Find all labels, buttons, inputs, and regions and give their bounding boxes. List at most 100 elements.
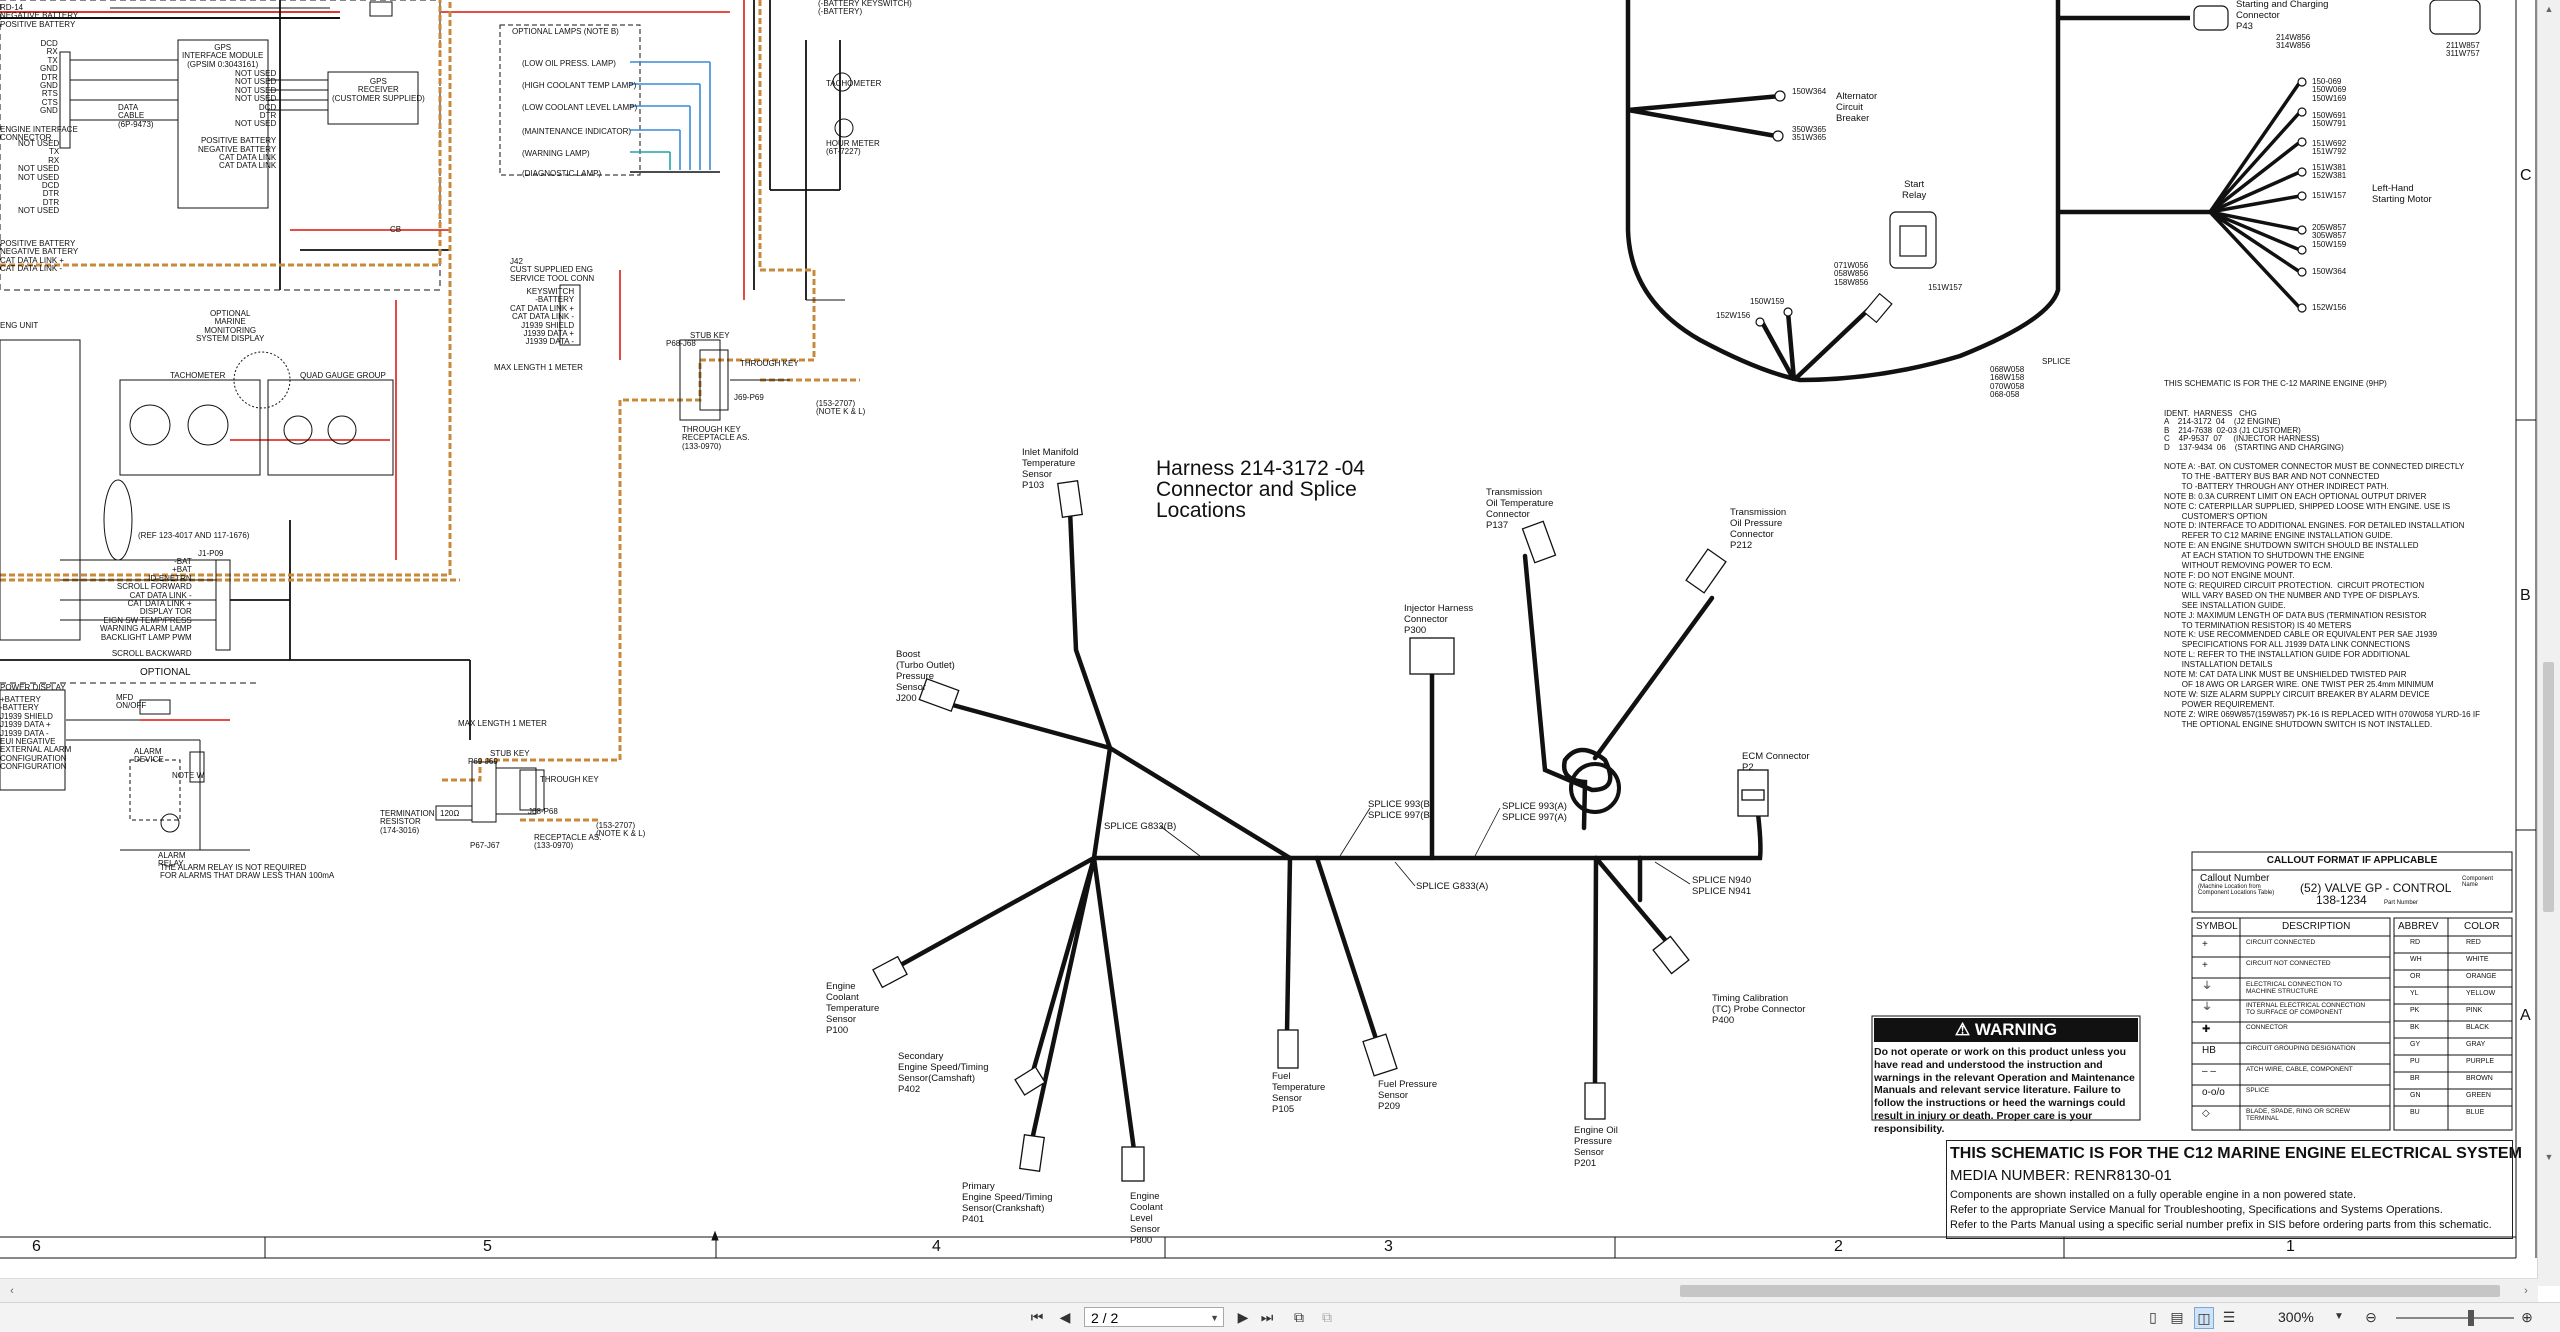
starter-label: Left-Hand Starting Motor xyxy=(2372,183,2432,205)
viewer-toolbar: ⏮ ◀ 2 / 2 ▼ ▶ ⏭ ⧉ ⧉ ▯ ▤ ◫ ☰ 300% ▼ ⊖ ⊕ xyxy=(0,1302,2560,1332)
zone-row-b: B xyxy=(2520,587,2531,604)
horizontal-scrollbar[interactable]: ‹ › xyxy=(0,1278,2538,1303)
page-dropdown-icon[interactable]: ▼ xyxy=(1210,1308,1219,1328)
connector-p402: Secondary Engine Speed/Timing Sensor(Cam… xyxy=(898,1051,989,1095)
connector-p201: Engine Oil Pressure Sensor P201 xyxy=(1574,1125,1618,1169)
mfd-label: MFD ON/OFF xyxy=(116,693,147,711)
legend-description-header: DESCRIPTION xyxy=(2282,921,2351,932)
starter-wire-4: 151W381 152W381 xyxy=(2312,163,2347,181)
starter-fanout xyxy=(2208,81,2302,310)
color-name: BROWN xyxy=(2466,1075,2493,1082)
color-abbrev: YL xyxy=(2410,990,2419,997)
starter-wire-3: 151W692 151W792 xyxy=(2312,139,2347,157)
scroll-view-icon[interactable]: ☰ xyxy=(2220,1307,2238,1327)
zoom-slider[interactable] xyxy=(2396,1310,2514,1326)
warning-body: Do not operate or work on this product u… xyxy=(1874,1046,2135,1135)
splice-right-wires: 068W058 168W158 070W058 068-058 xyxy=(1990,365,2025,400)
warning-heading-text: WARNING xyxy=(1974,1020,2058,1039)
splice-n940: SPLICE N940 SPLICE N941 xyxy=(1692,875,1752,897)
j1-p09-label: J1-P09 xyxy=(198,549,224,558)
gps-module-label: GPS INTERFACE MODULE (GPSIM 0:3043161) xyxy=(182,43,264,69)
single-page-view-icon[interactable]: ▯ xyxy=(2144,1307,2162,1327)
legend-symbol: + xyxy=(2202,939,2208,950)
color-name: WHITE xyxy=(2466,956,2489,963)
starter-wire-1: 150-069 150W069 150W169 xyxy=(2312,77,2347,103)
legend-symbol: o-o/o xyxy=(2202,1087,2225,1098)
callout-component-name: Component Name xyxy=(2462,876,2494,889)
j1-pins: -BAT +BAT ID-ENETRN SCROLL FORWARD CAT D… xyxy=(100,557,192,659)
horizontal-scroll-thumb[interactable] xyxy=(1680,1285,2500,1297)
alarm-note-label: THE ALARM RELAY IS NOT REQUIRED FOR ALAR… xyxy=(160,863,335,881)
connector-p209: Fuel Pressure Sensor P209 xyxy=(1378,1079,1438,1112)
zoom-out-icon[interactable]: ⊖ xyxy=(2362,1307,2380,1327)
prev-page-icon[interactable]: ◀ xyxy=(1056,1307,1074,1327)
zoom-slider-knob[interactable] xyxy=(2468,1310,2474,1326)
title-block-line-1: Components are shown installed on a full… xyxy=(1950,1189,2357,1201)
harness-title-line-2: Connector and Splice xyxy=(1156,478,1357,501)
first-page-icon[interactable]: ⏮ xyxy=(1028,1307,1046,1327)
charging-wires: 214W856 314W856 xyxy=(2276,33,2311,51)
color-name: BLACK xyxy=(2466,1024,2489,1031)
callout-part-number: Part Number xyxy=(2384,900,2419,906)
gps-receiver-label: GPS RECEIVER (CUSTOMER SUPPLIED) xyxy=(332,77,425,103)
receptacle-2-label: RECEPTACLE AS. (133-0970) xyxy=(534,833,602,851)
power-display-label: POWER DISPLAY xyxy=(0,683,66,692)
p67-j67-label: P67-J67 xyxy=(470,841,500,850)
zoom-level[interactable]: 300% xyxy=(2278,1307,2314,1327)
splice-993b: SPLICE 993(B) SPLICE 997(B) xyxy=(1368,799,1433,821)
starter-wire-7: 150W364 xyxy=(2312,267,2347,276)
zone-col-3: 3 xyxy=(1384,1238,1393,1255)
gps-left-pins: DCD RX TX GND DTR GND RTS CTS GND xyxy=(40,39,58,116)
page-number-input[interactable]: 2 / 2 ▼ xyxy=(1084,1307,1224,1327)
note-k-label: (153-2707) (NOTE K & L) xyxy=(816,399,866,417)
quad-gauge-label: QUAD GAUGE GROUP xyxy=(300,371,386,380)
legend-symbol: ✚ xyxy=(2202,1024,2211,1035)
copy-icon[interactable]: ⧉ xyxy=(1290,1307,1308,1327)
continuous-view-icon[interactable]: ▤ xyxy=(2168,1307,2186,1327)
zone-frame xyxy=(0,0,2537,1259)
color-name: PURPLE xyxy=(2466,1058,2495,1065)
connector-p401: Primary Engine Speed/Timing Sensor(Crank… xyxy=(962,1181,1053,1225)
vertical-scroll-thumb[interactable] xyxy=(2543,662,2554,912)
legend-description: ELECTRICAL CONNECTION TO MACHINE STRUCTU… xyxy=(2246,981,2342,995)
paste-icon[interactable]: ⧉ xyxy=(1318,1307,1336,1327)
scroll-up-icon[interactable]: ▲ xyxy=(2538,0,2560,18)
start-relay-label: Start Relay xyxy=(1902,179,1927,201)
start-relay-wire-c: 150W159 xyxy=(1750,297,1785,306)
connector-j200: Boost (Turbo Outlet) Pressure Sensor J20… xyxy=(896,649,955,704)
color-abbrev: PU xyxy=(2410,1058,2420,1065)
zone-row-c: C xyxy=(2520,167,2532,184)
battery-keyswitch-label: (-BATTERY KEYSWITCH) (-BATTERY) xyxy=(818,0,912,17)
j42-label: J42 CUST SUPPLIED ENG SERVICE TOOL CONN xyxy=(510,257,595,283)
zoom-dropdown-icon[interactable]: ▼ xyxy=(2330,1307,2348,1327)
legend-description: ATCH WIRE, CABLE, COMPONENT xyxy=(2246,1066,2353,1073)
connector-p100: Engine Coolant Temperature Sensor P100 xyxy=(826,981,880,1036)
tachometer-top-label: TACHOMETER xyxy=(826,79,882,88)
scroll-left-icon[interactable]: ‹ xyxy=(2,1279,22,1303)
alternator-wire-1: 150W364 xyxy=(1792,87,1827,96)
legend-symbol: + xyxy=(2202,960,2208,971)
harness-title-line-3: Locations xyxy=(1156,499,1246,522)
legend-symbol-header: SYMBOL xyxy=(2196,921,2238,932)
connector-p103: Inlet Manifold Temperature Sensor P103 xyxy=(1022,447,1079,491)
scroll-down-icon[interactable]: ▼ xyxy=(2538,1148,2560,1166)
starter-wire-2: 150W691 150W791 xyxy=(2312,111,2347,129)
receptacle-label: THROUGH KEY RECEPTACLE AS. (133-0970) xyxy=(682,425,750,451)
zoom-in-icon[interactable]: ⊕ xyxy=(2518,1307,2536,1327)
legend-table xyxy=(2191,917,2513,1131)
legend-description: INTERNAL ELECTRICAL CONNECTION TO SURFAC… xyxy=(2246,1002,2366,1016)
color-name: YELLOW xyxy=(2466,990,2496,997)
color-name: BLUE xyxy=(2466,1109,2485,1116)
charging-wires-right: 211W857 311W757 xyxy=(2446,41,2480,59)
next-page-icon[interactable]: ▶ xyxy=(1234,1307,1252,1327)
zone-row-a: A xyxy=(2520,1007,2531,1024)
two-page-view-icon[interactable]: ◫ xyxy=(2194,1307,2214,1329)
color-abbrev-header: ABBREV xyxy=(2398,921,2439,932)
zone-col-4: 4 xyxy=(932,1238,941,1255)
max-length-2-label: MAX LENGTH 1 METER xyxy=(458,719,547,728)
splice-993a: SPLICE 993(A) SPLICE 997(A) xyxy=(1502,801,1567,823)
scroll-right-icon[interactable]: › xyxy=(2516,1279,2536,1303)
note-w-label: NOTE W xyxy=(172,771,204,780)
last-page-icon[interactable]: ⏭ xyxy=(1258,1307,1276,1327)
vertical-scrollbar[interactable]: ▲ ▼ xyxy=(2537,0,2560,1286)
